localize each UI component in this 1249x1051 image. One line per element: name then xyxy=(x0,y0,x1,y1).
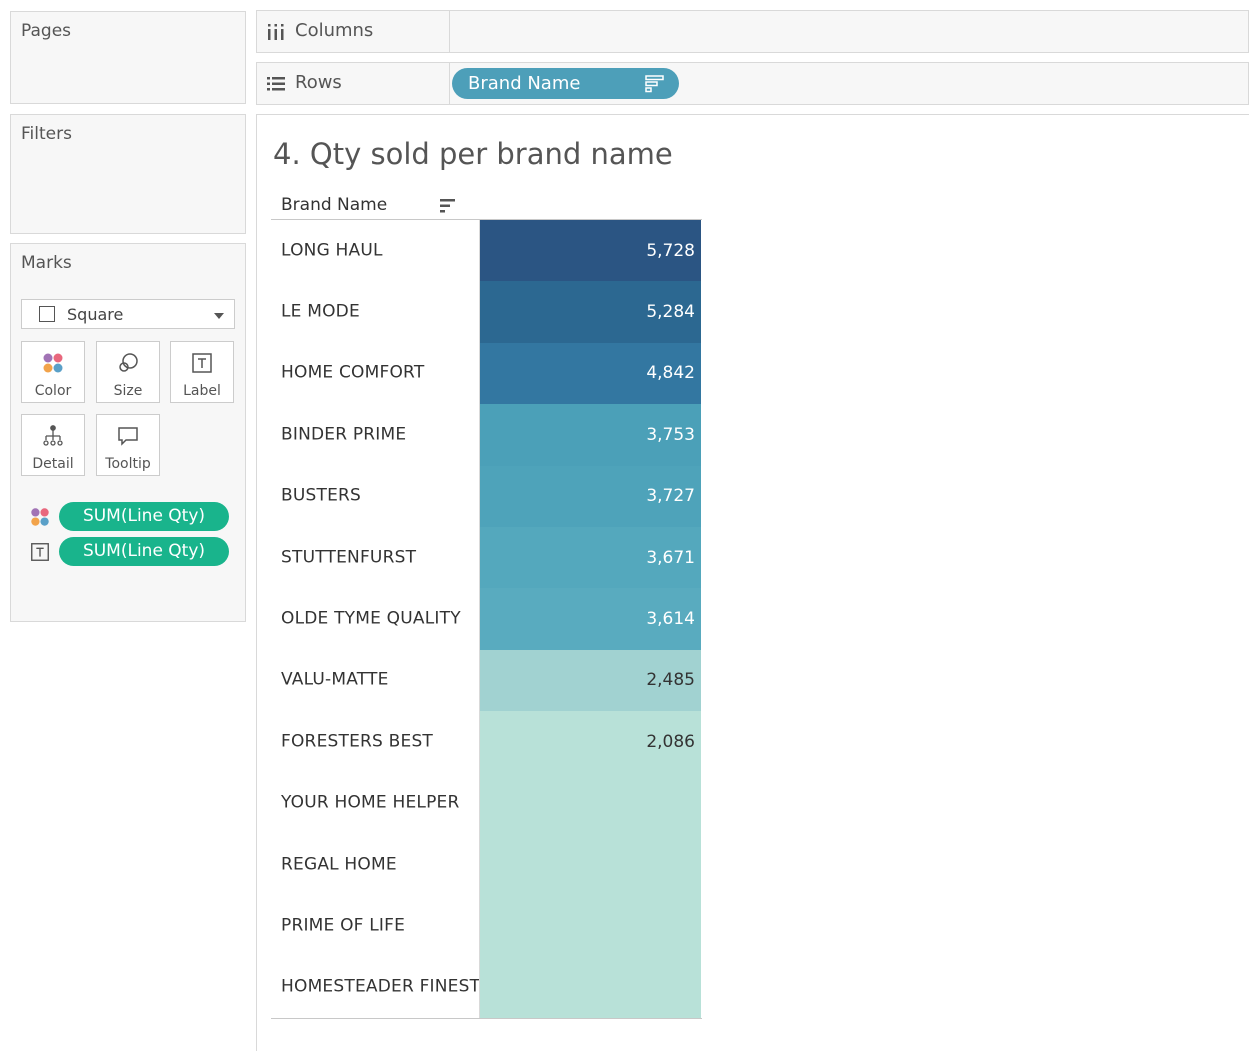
brand-name-label: HOMESTEADER FINEST xyxy=(281,976,481,997)
table-row[interactable]: BINDER PRIME 3,753 xyxy=(271,404,701,466)
color-button[interactable]: Color xyxy=(21,341,85,403)
viz-view: 4. Qty sold per brand name Brand Name LO… xyxy=(256,114,1249,1051)
rows-shelf[interactable]: Rows Brand Name xyxy=(256,62,1249,105)
table-row[interactable]: OLDE TYME QUALITY 3,614 xyxy=(271,588,701,650)
table-row[interactable]: HOME COMFORT 4,842 xyxy=(271,342,701,405)
square-mark-icon xyxy=(39,306,55,322)
brand-name-column-header[interactable]: Brand Name xyxy=(281,195,387,215)
detail-button[interactable]: Detail xyxy=(21,414,85,476)
columns-shelf[interactable]: Columns xyxy=(256,10,1249,53)
qty-value: 3,671 xyxy=(646,547,695,568)
brand-name-label: BINDER PRIME xyxy=(281,424,407,445)
table-row[interactable]: BUSTERS 3,727 xyxy=(271,465,701,527)
qty-cell[interactable]: 3,753 xyxy=(480,404,701,466)
tooltip-icon xyxy=(118,427,138,446)
filters-card[interactable]: Filters xyxy=(10,114,246,234)
table-row[interactable]: LONG HAUL 5,728 xyxy=(271,220,701,282)
qty-value: 4,842 xyxy=(646,363,695,384)
qty-cell[interactable]: 5,728 xyxy=(480,220,701,282)
brand-name-label: LONG HAUL xyxy=(281,240,383,261)
tooltip-button[interactable]: Tooltip xyxy=(96,414,160,476)
brand-name-label: LE MODE xyxy=(281,301,360,322)
table-row[interactable]: STUTTENFURST 3,671 xyxy=(271,526,701,589)
color-dots-icon xyxy=(31,508,49,526)
brand-name-label: HOME COMFORT xyxy=(281,362,425,383)
qty-cell[interactable]: 5,284 xyxy=(480,281,701,343)
qty-value: 5,284 xyxy=(646,302,695,323)
table-row[interactable]: PRIME OF LIFE xyxy=(271,895,701,957)
detail-icon xyxy=(43,425,63,446)
label-icon xyxy=(192,353,212,373)
size-button-label: Size xyxy=(113,383,143,399)
qty-cell[interactable]: 4,842 xyxy=(480,342,701,405)
qty-cell[interactable] xyxy=(480,833,701,896)
brand-name-label: REGAL HOME xyxy=(281,854,397,875)
mark-type-label: Square xyxy=(67,305,124,324)
table-body: LONG HAUL 5,728 LE MODE 5,284 HOME COMFORT 4,… xyxy=(271,220,701,1019)
qty-value: 3,753 xyxy=(646,424,695,445)
marks-title: Marks xyxy=(21,253,72,273)
qty-cell[interactable] xyxy=(480,772,701,834)
chevron-down-icon xyxy=(214,313,224,319)
brand-name-label: FORESTERS BEST xyxy=(281,731,434,752)
rows-icon xyxy=(267,77,285,91)
qty-value: 5,728 xyxy=(646,240,695,261)
label-button-label: Label xyxy=(183,383,221,399)
qty-cell[interactable]: 2,086 xyxy=(480,711,701,773)
columns-label: Columns xyxy=(295,20,374,41)
table-row[interactable]: YOUR HOME HELPER xyxy=(271,772,701,834)
pages-title: Pages xyxy=(21,21,72,41)
sort-icon[interactable] xyxy=(439,197,457,215)
brand-name-label: PRIME OF LIFE xyxy=(281,915,406,936)
pages-card[interactable]: Pages xyxy=(10,11,246,104)
qty-cell[interactable]: 3,727 xyxy=(480,465,701,527)
brand-name-label: STUTTENFURST xyxy=(281,547,417,568)
color-button-label: Color xyxy=(34,383,72,399)
qty-value: 3,614 xyxy=(646,609,695,630)
qty-cell[interactable]: 3,614 xyxy=(480,588,701,650)
qty-value: 3,727 xyxy=(646,486,695,507)
table-row[interactable]: FORESTERS BEST 2,086 xyxy=(271,711,701,773)
sort-descending-icon[interactable] xyxy=(645,75,665,93)
brand-name-label: YOUR HOME HELPER xyxy=(281,792,460,813)
table-row[interactable]: VALU-MATTE 2,485 xyxy=(271,649,701,712)
table-row[interactable]: HOMESTEADER FINEST xyxy=(271,956,701,1019)
column-divider xyxy=(479,220,480,1018)
rows-label: Rows xyxy=(295,72,342,93)
mark-type-dropdown[interactable]: Square xyxy=(21,299,235,329)
qty-cell[interactable]: 2,485 xyxy=(480,649,701,712)
table-bottom-divider xyxy=(271,1018,702,1019)
label-icon xyxy=(31,543,49,561)
filters-title: Filters xyxy=(21,124,72,144)
brand-name-label: VALU-MATTE xyxy=(281,669,389,690)
qty-value: 2,086 xyxy=(646,731,695,752)
table-row[interactable]: REGAL HOME xyxy=(271,833,701,896)
size-button[interactable]: Size xyxy=(96,341,160,403)
columns-icon xyxy=(268,24,284,40)
columns-shelf-name: Columns xyxy=(257,11,450,52)
view-title: 4. Qty sold per brand name xyxy=(273,137,673,171)
label-button[interactable]: Label xyxy=(170,341,234,403)
label-measure-pill[interactable]: SUM(Line Qty) xyxy=(59,537,229,566)
qty-value: 2,485 xyxy=(646,670,695,691)
rows-shelf-name: Rows xyxy=(257,63,450,104)
detail-button-label: Detail xyxy=(32,456,74,472)
color-measure-pill[interactable]: SUM(Line Qty) xyxy=(59,502,229,531)
qty-cell[interactable] xyxy=(480,956,701,1019)
brand-name-pill-label: Brand Name xyxy=(468,73,581,94)
marks-card: Marks Square Color Size Label Detail Too… xyxy=(10,243,246,622)
brand-name-pill[interactable]: Brand Name xyxy=(452,68,679,99)
table-row[interactable]: LE MODE 5,284 xyxy=(271,281,701,343)
brand-name-label: OLDE TYME QUALITY xyxy=(281,608,461,629)
brand-name-label: BUSTERS xyxy=(281,485,362,506)
tooltip-button-label: Tooltip xyxy=(105,456,151,472)
color-dots-icon xyxy=(43,353,63,373)
qty-cell[interactable]: 3,671 xyxy=(480,526,701,589)
size-icon xyxy=(119,353,138,372)
qty-cell[interactable] xyxy=(480,895,701,957)
